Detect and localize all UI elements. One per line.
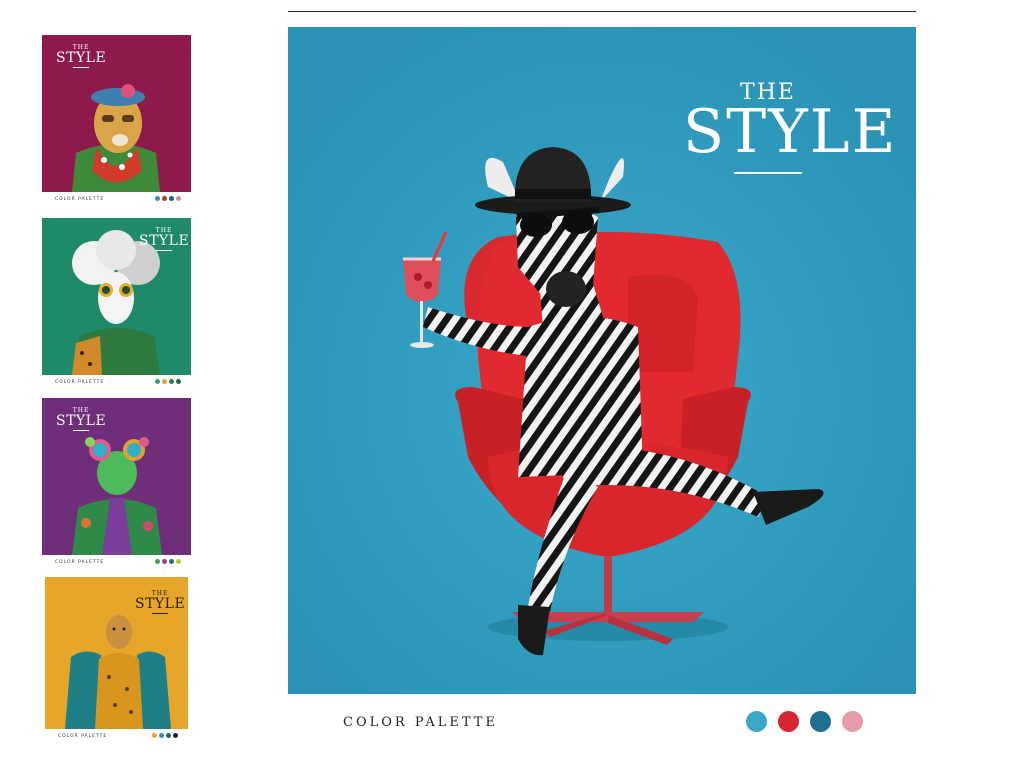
swatch [169, 196, 174, 201]
logo-underline [734, 172, 802, 174]
swatch [176, 559, 181, 564]
swatch [155, 559, 160, 564]
main-poster: THE STYLE [288, 27, 916, 694]
thumbnail-palette [155, 559, 181, 564]
swatch [176, 196, 181, 201]
thumbnail-caption: COLOR PALETTE [55, 560, 105, 565]
swatch [155, 379, 160, 384]
thumbnail-logo: THE STYLE [56, 44, 107, 68]
thumbnail-caption: COLOR PALETTE [55, 380, 105, 385]
poster-thumbnail-3[interactable]: THE STYLE COLOR PALETTE [42, 398, 191, 566]
swatch [162, 196, 167, 201]
logo-style: STYLE [683, 97, 898, 167]
thumbnail-palette [155, 379, 181, 384]
thumbnail-palette [152, 733, 178, 738]
swatch [176, 379, 181, 384]
swatch [169, 379, 174, 384]
swatch-3 [810, 711, 831, 732]
swatch [162, 379, 167, 384]
top-divider [288, 11, 916, 12]
poster-thumbnail-4[interactable]: THE STYLE COLOR PALETTE [45, 577, 188, 745]
thumbnail-caption: COLOR PALETTE [58, 734, 108, 739]
thumbnail-logo: THE STYLE [139, 227, 190, 251]
thumbnail-caption: COLOR PALETTE [55, 197, 105, 202]
color-palette-swatches [746, 711, 863, 732]
swatch [173, 733, 178, 738]
swatch [162, 559, 167, 564]
swatch-2 [778, 711, 799, 732]
swatch [169, 559, 174, 564]
poster-logo: THE STYLE [683, 82, 898, 174]
swatch [155, 196, 160, 201]
color-palette-label: COLOR PALETTE [343, 715, 498, 730]
swatch [159, 733, 164, 738]
swatch [166, 733, 171, 738]
thumbnail-logo: THE STYLE [56, 407, 107, 431]
swatch-4 [842, 711, 863, 732]
poster-thumbnail-1[interactable]: THE STYLE COLOR PALETTE [42, 35, 191, 204]
swatch-1 [746, 711, 767, 732]
thumbnail-palette [155, 196, 181, 201]
thumbnail-logo: THE STYLE [135, 590, 186, 614]
poster-thumbnail-2[interactable]: THE STYLE COLOR PALETTE [42, 218, 191, 386]
swatch [152, 733, 157, 738]
